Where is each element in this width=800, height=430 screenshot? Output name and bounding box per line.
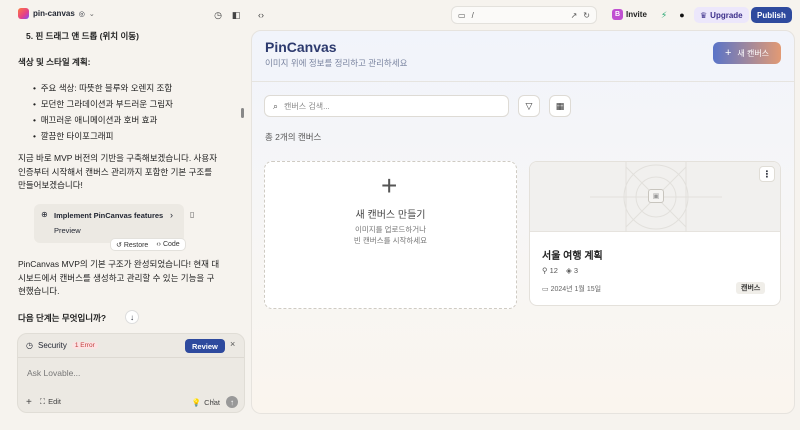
- layers-icon: ◈: [565, 266, 572, 275]
- create-canvas-title: 새 캔버스 만들기: [355, 210, 426, 221]
- app-preview: PinCanvas 이미지 위에 정보를 정리하고 관리하세요 + 새 캔버스 …: [251, 30, 795, 414]
- pin-icon: ⚲: [542, 266, 548, 275]
- top-bar: pin-canvas ◎ ⌄ ◷ ◧ ‹› ▭ / ↗ ↻ B Invite ⚡…: [0, 0, 800, 30]
- app-subtitle: 이미지 위에 정보를 정리하고 관리하세요: [265, 58, 408, 68]
- edit-button[interactable]: ⛶ Edit: [40, 397, 61, 407]
- security-label: Security: [37, 341, 67, 350]
- plus-icon: +: [381, 170, 398, 201]
- chat-paragraph: PinCanvas MVP의 기본 구조가 완성되었습니다! 현재 대 시보드에…: [18, 259, 220, 297]
- preview-device-icon[interactable]: ▭: [458, 11, 466, 20]
- select-icon: ⛶: [39, 397, 46, 406]
- chat-input[interactable]: Ask Lovable...: [27, 368, 80, 378]
- preview-link[interactable]: Preview: [54, 226, 81, 235]
- canvas-title: 서울 여행 계획: [542, 251, 603, 262]
- canvas-thumbnail: ▣ ⋮: [530, 162, 780, 232]
- canvas-card[interactable]: ▣ ⋮ 서울 여행 계획 ⚲ 12 ◈ 3 ▭ 2024년 1월 15일 캔버스: [529, 161, 781, 306]
- history-icon[interactable]: ◷: [211, 8, 225, 22]
- review-button[interactable]: Review: [185, 339, 225, 353]
- create-canvas-subtitle: 이미지를 업로드하거나 빈 캔버스를 시작하세요: [353, 225, 428, 246]
- upgrade-label: Upgrade: [710, 10, 743, 20]
- list-item: • 매끄러운 애니메이션과 호버 효과: [33, 115, 158, 125]
- code-button[interactable]: ‹› Code: [156, 241, 179, 248]
- globe-icon: ◎: [78, 10, 85, 18]
- search-input[interactable]: ⌕ 캔버스 검색...: [264, 95, 509, 117]
- bookmark-icon[interactable]: ▯: [190, 210, 194, 219]
- list-item: • 주요 색상: 따뜻한 블루와 오렌지 조합: [33, 83, 173, 93]
- url-bar[interactable]: ▭ / ↗ ↻: [451, 6, 597, 24]
- restore-button[interactable]: ↺ Restore: [116, 241, 148, 249]
- supabase-icon[interactable]: ⚡: [657, 8, 671, 22]
- chat-mode-button[interactable]: 💡 Chat: [192, 398, 220, 407]
- security-icon: ◷: [26, 341, 33, 350]
- canvas-date: ▭ 2024년 1월 15일: [542, 286, 602, 293]
- new-canvas-label: 새 캔버스: [737, 48, 770, 58]
- lightbulb-icon: 💡: [191, 397, 202, 407]
- user-avatar[interactable]: B: [612, 9, 623, 20]
- list-item: 5. 핀 드래그 앤 드롭 (위치 이동): [26, 31, 139, 41]
- next-steps-heading: 다음 단계는 무엇입니까?: [18, 313, 107, 323]
- app-title: PinCanvas: [265, 39, 337, 55]
- calendar-icon: ▭: [542, 286, 549, 293]
- github-icon[interactable]: ●: [675, 8, 689, 22]
- chat-composer: ◷ Security 1 Error Review × Ask Lovable.…: [17, 333, 245, 413]
- style-heading: 색상 및 스타일 계획:: [18, 57, 91, 67]
- grid-icon: ▦: [555, 100, 565, 111]
- invite-button[interactable]: Invite: [626, 10, 647, 19]
- chevron-down-icon: ⌄: [88, 10, 95, 18]
- filter-icon: ▽: [525, 100, 533, 111]
- header-divider: [252, 81, 794, 82]
- upgrade-button[interactable]: ♛ Upgrade: [694, 7, 749, 23]
- pin-count: ⚲ 12: [542, 266, 558, 275]
- url-path: /: [471, 10, 474, 20]
- more-options-icon[interactable]: ⋮: [759, 166, 775, 182]
- layer-count: ◈ 3: [565, 266, 578, 275]
- refresh-icon[interactable]: ↻: [583, 11, 590, 20]
- scroll-down-button[interactable]: ↓: [125, 310, 139, 324]
- chat-scrollbar[interactable]: [241, 108, 244, 118]
- image-placeholder-icon: ▣: [648, 189, 664, 203]
- new-canvas-button[interactable]: + 새 캔버스: [713, 42, 781, 64]
- project-name: pin-canvas: [33, 9, 75, 18]
- project-switcher[interactable]: pin-canvas ◎ ⌄: [18, 8, 95, 19]
- canvas-count: 총 2개의 캔버스: [265, 132, 322, 142]
- list-item: • 모던한 그라데이션과 부드러운 그림자: [33, 99, 173, 109]
- publish-button[interactable]: Publish: [751, 7, 792, 23]
- version-actions: ↺ Restore ‹› Code: [110, 238, 186, 251]
- error-badge: 1 Error: [71, 342, 98, 349]
- plus-icon: +: [724, 47, 732, 59]
- chat-panel: 5. 핀 드래그 앤 드롭 (위치 이동) 색상 및 스타일 계획: • 주요 …: [18, 30, 244, 330]
- list-item: • 깔끔한 타이포그래피: [33, 131, 114, 141]
- canvas-meta: ⚲ 12 ◈ 3: [542, 266, 578, 275]
- sidebar-toggle-icon[interactable]: ◧: [229, 8, 243, 22]
- send-button[interactable]: ↑: [226, 396, 238, 408]
- lovable-logo-icon: [18, 8, 29, 19]
- open-external-icon[interactable]: ↗: [571, 11, 578, 20]
- chat-paragraph: 지금 바로 MVP 버전의 기반을 구축해보겠습니다. 사용자 인증부터 시작해…: [18, 153, 218, 191]
- voice-icon[interactable]: ♪: [211, 396, 215, 405]
- globe-icon: ⊕: [41, 210, 48, 219]
- crown-icon: ♛: [700, 10, 708, 20]
- version-title: Implement PinCanvas features: [54, 211, 164, 220]
- canvas-tag: 캔버스: [736, 282, 766, 294]
- composer-toolbar: + ⛶ Edit 💡 Chat: [26, 395, 238, 409]
- search-icon: ⌕: [273, 100, 279, 111]
- grid-view-button[interactable]: ▦: [549, 95, 571, 117]
- chevron-right-icon[interactable]: ›: [170, 210, 173, 220]
- code-view-icon[interactable]: ‹›: [254, 8, 268, 22]
- search-placeholder: 캔버스 검색...: [284, 101, 330, 111]
- close-icon[interactable]: ×: [230, 339, 235, 349]
- create-canvas-card[interactable]: + 새 캔버스 만들기 이미지를 업로드하거나 빈 캔버스를 시작하세요: [264, 161, 517, 309]
- filter-button[interactable]: ▽: [518, 95, 540, 117]
- add-icon[interactable]: +: [26, 397, 32, 408]
